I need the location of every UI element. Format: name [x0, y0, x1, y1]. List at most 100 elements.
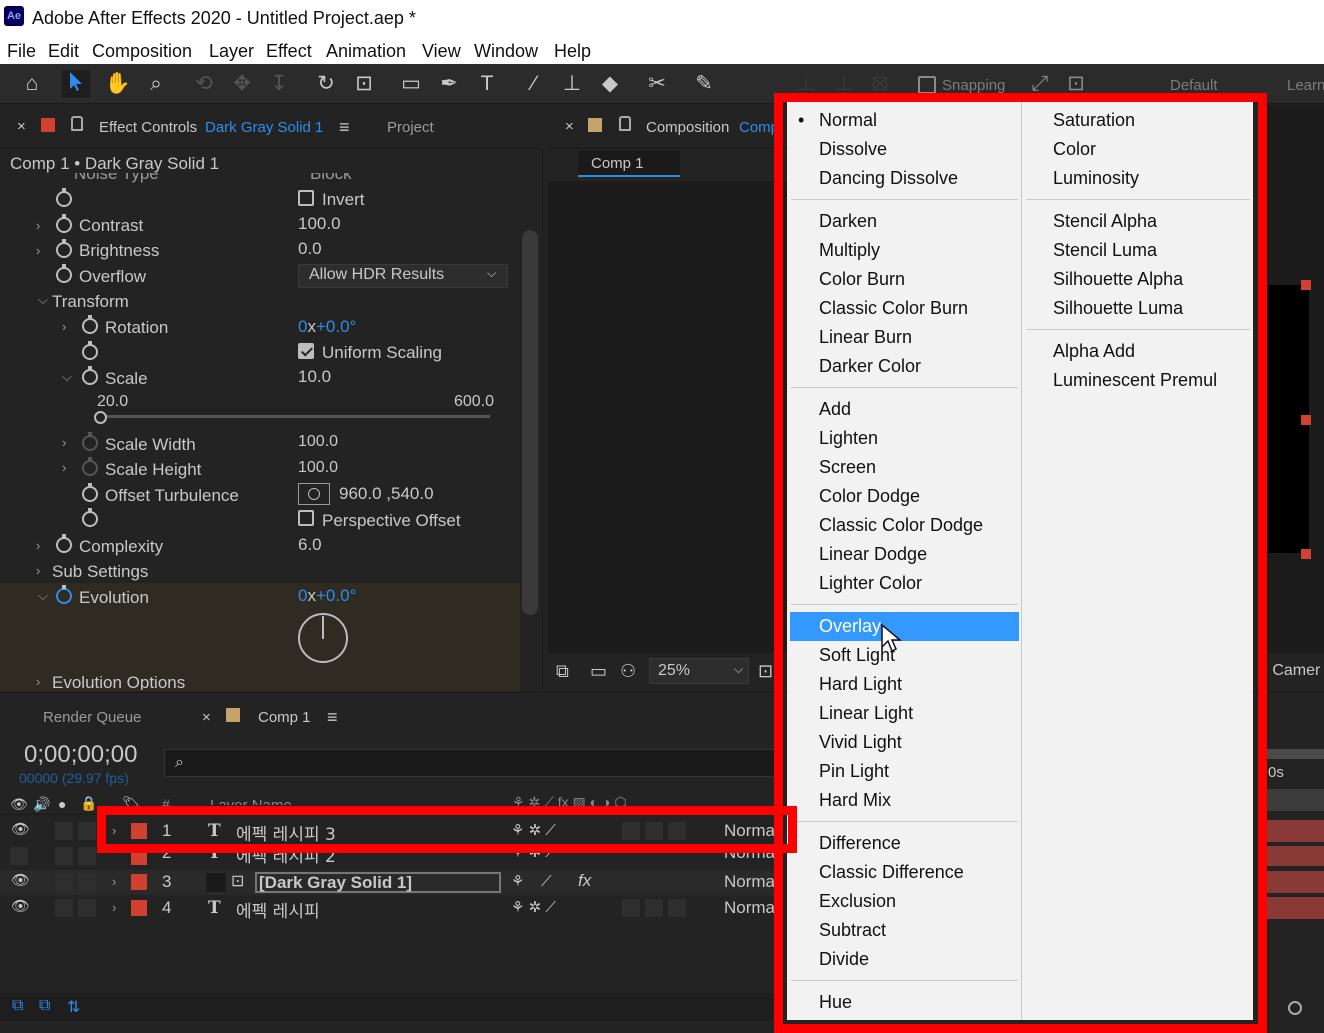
rotation-stopwatch-icon[interactable] — [82, 315, 98, 334]
menu-file[interactable]: File — [7, 41, 36, 62]
mask-icon[interactable]: ⚇ — [620, 661, 636, 682]
menu-layer[interactable]: Layer — [209, 41, 254, 62]
lock-icon[interactable] — [71, 116, 83, 131]
zoom-dropdown[interactable]: 25% ⌵ — [649, 658, 749, 684]
menu-edit[interactable]: Edit — [48, 41, 79, 62]
active-camera-label[interactable]: e Camer — [1259, 662, 1320, 680]
comp-1-tab[interactable]: Comp 1 — [578, 151, 680, 177]
complexity-stopwatch-icon[interactable] — [56, 534, 72, 553]
puppet-pin-icon[interactable]: ✎ — [690, 70, 718, 98]
stopwatch-icon[interactable] — [82, 508, 98, 527]
scale-stopwatch-icon[interactable] — [82, 366, 98, 385]
expand-chevron-icon[interactable]: › — [36, 563, 40, 578]
composition-tab[interactable]: Composition — [646, 119, 729, 136]
complexity-value[interactable]: 6.0 — [298, 535, 322, 555]
audio-icon[interactable]: 🔊 — [33, 796, 50, 813]
zoom-slider-handle[interactable] — [1288, 1001, 1302, 1015]
expand-chevron-icon[interactable]: › — [62, 435, 66, 450]
overflow-dropdown[interactable]: Allow HDR Results ⌵ — [298, 264, 508, 288]
timeline-comp-tab[interactable]: Comp 1 — [258, 709, 311, 726]
orbit-camera-icon[interactable]: ⟲ — [190, 70, 218, 98]
menu-animation[interactable]: Animation — [326, 41, 406, 62]
menu-window[interactable]: Window — [474, 41, 538, 62]
scale-slider-track[interactable] — [100, 415, 490, 418]
type-tool-icon[interactable]: T — [473, 70, 501, 98]
brightness-stopwatch-icon[interactable] — [56, 239, 72, 258]
uniform-scaling-checkbox[interactable] — [298, 343, 314, 359]
layer-name-field[interactable]: [Dark Gray Solid 1] — [255, 872, 501, 893]
close-tab-icon[interactable]: × — [202, 709, 211, 726]
collapse-chevron-icon[interactable]: ⌵ — [38, 588, 48, 604]
dolly-camera-icon[interactable]: ↧ — [265, 70, 293, 98]
pan-camera-icon[interactable]: ✥ — [228, 70, 256, 98]
brush-tool-icon[interactable]: ⁄ — [520, 70, 548, 98]
layer-label-color[interactable] — [131, 874, 147, 890]
menu-help[interactable]: Help — [554, 41, 591, 62]
menu-effect[interactable]: Effect — [266, 41, 312, 62]
transform-handle[interactable] — [1301, 415, 1311, 425]
eye-icon[interactable]: 👁 — [10, 796, 28, 813]
close-tab-icon[interactable]: × — [17, 118, 26, 135]
expand-chevron-icon[interactable]: › — [62, 319, 66, 334]
comp-flowchart-icon[interactable]: ⧉ — [12, 997, 23, 1015]
perspective-offset-checkbox[interactable] — [298, 510, 314, 526]
expand-chevron-icon[interactable]: › — [36, 218, 40, 233]
brightness-value[interactable]: 0.0 — [298, 239, 322, 259]
contrast-value[interactable]: 100.0 — [298, 214, 341, 234]
expand-chevron-icon[interactable]: › — [36, 538, 40, 553]
hand-tool-icon[interactable]: ✋ — [104, 70, 132, 98]
effect-controls-tab[interactable]: Effect Controls — [99, 119, 197, 136]
invert-checkbox[interactable] — [298, 190, 314, 206]
expand-chevron-icon[interactable]: › — [36, 243, 40, 258]
evolution-value[interactable]: 0x+0.0° — [298, 586, 356, 606]
rotation-value[interactable]: 0x+0.0° — [298, 317, 356, 337]
workspace-learn[interactable]: Learn — [1287, 77, 1324, 94]
eraser-tool-icon[interactable]: ◆ — [596, 70, 624, 98]
rotate-tool-icon[interactable]: ↻ — [312, 70, 340, 98]
panel-menu-icon[interactable]: ≡ — [327, 707, 338, 728]
overflow-stopwatch-icon[interactable] — [56, 264, 72, 283]
visibility-eye-icon[interactable]: 👁 — [11, 897, 30, 915]
workspace-default[interactable]: Default — [1170, 77, 1218, 94]
expand-chevron-icon[interactable]: › — [112, 874, 116, 889]
contrast-stopwatch-icon[interactable] — [56, 214, 72, 233]
collapse-chevron-icon[interactable]: ⌵ — [62, 369, 72, 385]
render-queue-tab[interactable]: Render Queue — [43, 709, 141, 726]
toggle-switches-icon[interactable]: ⧉ — [39, 997, 50, 1015]
home-icon[interactable]: ⌂ — [18, 70, 46, 98]
evolution-dial[interactable] — [298, 613, 348, 663]
scrollbar[interactable] — [522, 230, 538, 615]
resolution-icon[interactable]: ⊡ — [758, 661, 773, 682]
transform-handle[interactable] — [1301, 549, 1311, 559]
layer-name[interactable]: 에펙 레시피 — [236, 897, 320, 922]
snapping-checkbox[interactable] — [918, 76, 936, 94]
selection-tool-icon[interactable] — [62, 70, 90, 98]
offset-turbulence-value[interactable]: 960.0 ,540.0 — [339, 484, 434, 504]
pan-behind-icon[interactable]: ⊡ — [350, 70, 378, 98]
panel-menu-icon[interactable]: ≡ — [339, 117, 350, 138]
evolution-stopwatch-icon[interactable] — [56, 585, 72, 604]
transform-group[interactable]: Transform — [52, 292, 129, 312]
layer-row[interactable]: 👁 › 3 ⊡ [Dark Gray Solid 1] ⚘ ⟋ fx Norma — [0, 870, 776, 895]
sub-settings-group[interactable]: Sub Settings — [52, 562, 148, 582]
layer-name-column[interactable]: Layer Name — [210, 797, 292, 805]
solo-icon[interactable]: ● — [58, 796, 66, 812]
collapse-chevron-icon[interactable]: ⌵ — [38, 292, 48, 308]
stopwatch-icon[interactable] — [56, 188, 72, 207]
toggle-modes-icon[interactable]: ⇅ — [67, 997, 80, 1017]
lock-icon[interactable] — [619, 116, 631, 131]
rectangle-tool-icon[interactable]: ▭ — [397, 70, 425, 98]
menu-view[interactable]: View — [422, 41, 461, 62]
layer-label-color[interactable] — [131, 900, 147, 916]
crosshair-icon[interactable] — [298, 483, 330, 505]
scale-slider-handle[interactable] — [94, 411, 107, 424]
scale-value[interactable]: 10.0 — [298, 367, 331, 387]
blend-mode-dropdown[interactable]: Norma — [724, 898, 775, 918]
expand-chevron-icon[interactable]: › — [112, 900, 116, 915]
stopwatch-icon[interactable] — [82, 341, 98, 360]
project-tab[interactable]: Project — [387, 119, 434, 136]
snapshot-icon[interactable]: ⧉ — [556, 661, 569, 682]
blend-mode-dropdown[interactable]: Norma — [724, 872, 775, 892]
pen-tool-icon[interactable]: ✒ — [435, 70, 463, 98]
zoom-tool-icon[interactable]: ⌕ — [142, 70, 170, 98]
